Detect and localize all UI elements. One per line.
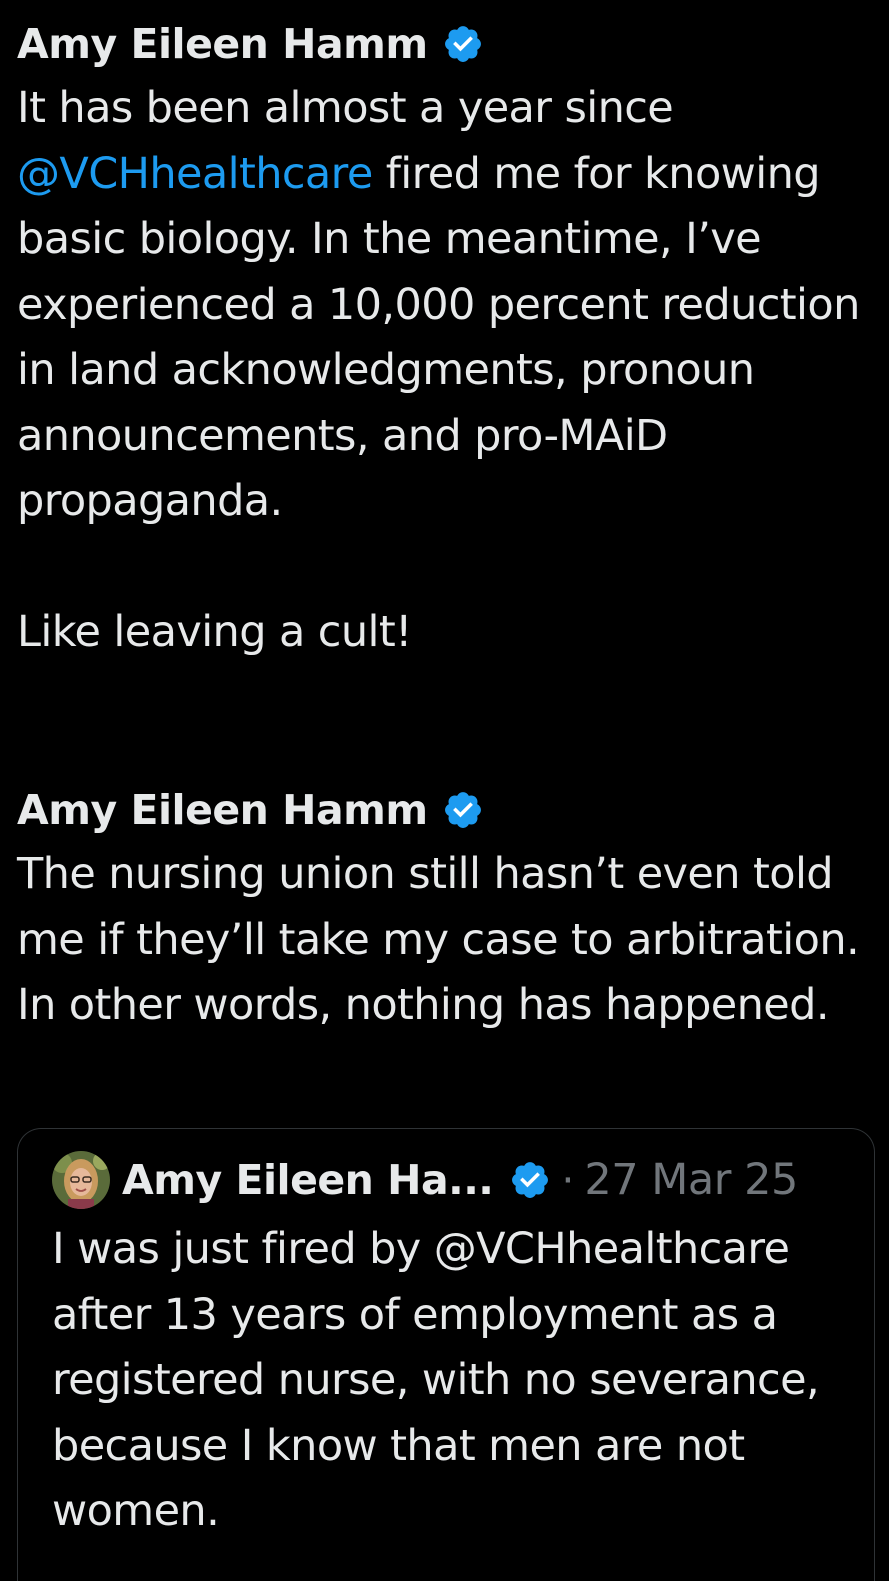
mention-link[interactable]: @VCHhealthcare — [17, 149, 373, 199]
quoted-tweet-text: I was just fired by @VCHhealthcare after… — [52, 1224, 820, 1536]
tweet-author-line: Amy Eileen Hamm — [17, 778, 875, 842]
quoted-author-name[interactable]: Amy Eileen Ha... — [122, 1156, 494, 1204]
profile-photo[interactable] — [52, 1151, 110, 1209]
author-name[interactable]: Amy Eileen Hamm — [17, 20, 428, 68]
tweet[interactable]: Amy Eileen Hamm It has been almost a yea… — [17, 12, 875, 666]
quoted-tweet-card[interactable]: Amy Eileen Ha... · 27 Mar 25 I was just … — [17, 1128, 875, 1581]
verified-badge-icon[interactable] — [442, 789, 484, 831]
tweet-text: It has been almost a year since @VCHheal… — [17, 76, 875, 666]
tweet-text-rest: fired me for knowing basic biology. In t… — [17, 148, 860, 658]
separator-dot: · — [561, 1156, 575, 1204]
tweet[interactable]: Amy Eileen Hamm The nursing union still … — [17, 778, 875, 1039]
quoted-tweet-date[interactable]: 27 Mar 25 — [584, 1155, 798, 1205]
tweet-text-intro: It has been almost a year since — [17, 83, 674, 133]
tweet-author-line: Amy Eileen Hamm — [17, 12, 875, 76]
verified-badge-icon[interactable] — [509, 1159, 551, 1201]
quoted-tweet-header: Amy Eileen Ha... · 27 Mar 25 — [52, 1149, 798, 1211]
tweet-text: The nursing union still hasn’t even told… — [17, 849, 860, 1030]
author-name[interactable]: Amy Eileen Hamm — [17, 786, 428, 834]
verified-badge-icon[interactable] — [442, 23, 484, 65]
